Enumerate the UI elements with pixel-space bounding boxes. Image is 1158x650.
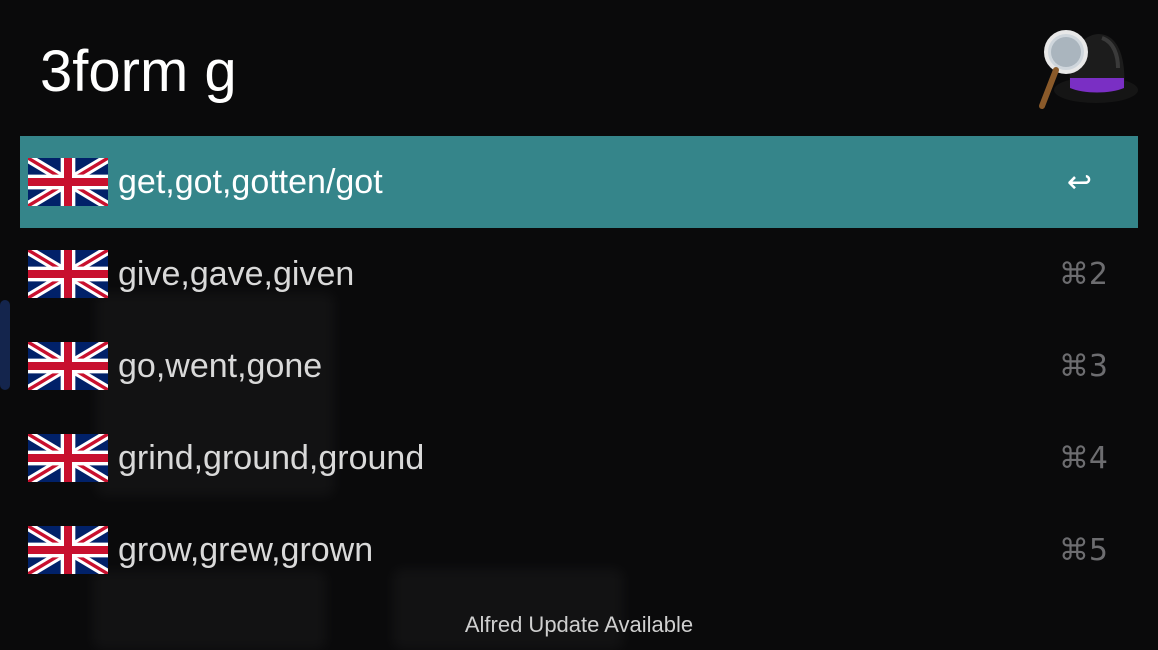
update-notice[interactable]: Alfred Update Available bbox=[0, 612, 1158, 638]
result-title: grow,grew,grown bbox=[118, 530, 374, 569]
result-item[interactable]: grind,ground,ground ⌘4 bbox=[20, 412, 1138, 504]
shortcut-label: ⌘3 bbox=[1058, 348, 1108, 384]
return-key-icon: ↩ bbox=[1066, 164, 1092, 200]
result-title: give,gave,given bbox=[118, 254, 355, 293]
shortcut-label: ⌘2 bbox=[1058, 256, 1108, 292]
result-item[interactable]: go,went,gone ⌘3 bbox=[20, 320, 1138, 412]
result-item[interactable]: get,got,gotten/got ↩ bbox=[20, 136, 1138, 228]
result-title: grind,ground,ground bbox=[118, 438, 425, 477]
uk-flag-icon bbox=[28, 526, 108, 574]
uk-flag-icon bbox=[28, 434, 108, 482]
search-bar bbox=[0, 0, 1158, 136]
uk-flag-icon bbox=[28, 250, 108, 298]
alfred-hat-icon bbox=[1030, 22, 1142, 114]
shortcut-label: ⌘4 bbox=[1058, 440, 1108, 476]
alfred-window: get,got,gotten/got ↩ give,gave,given ⌘2 bbox=[0, 0, 1158, 650]
background-ghost bbox=[0, 300, 10, 390]
search-input[interactable] bbox=[40, 32, 940, 112]
result-item[interactable]: grow,grew,grown ⌘5 bbox=[20, 504, 1138, 596]
uk-flag-icon bbox=[28, 158, 108, 206]
results-list: get,got,gotten/got ↩ give,gave,given ⌘2 bbox=[20, 136, 1138, 596]
shortcut-label: ⌘5 bbox=[1058, 532, 1108, 568]
uk-flag-icon bbox=[28, 342, 108, 390]
result-item[interactable]: give,gave,given ⌘2 bbox=[20, 228, 1138, 320]
result-title: get,got,gotten/got bbox=[118, 162, 383, 201]
result-title: go,went,gone bbox=[118, 346, 323, 385]
